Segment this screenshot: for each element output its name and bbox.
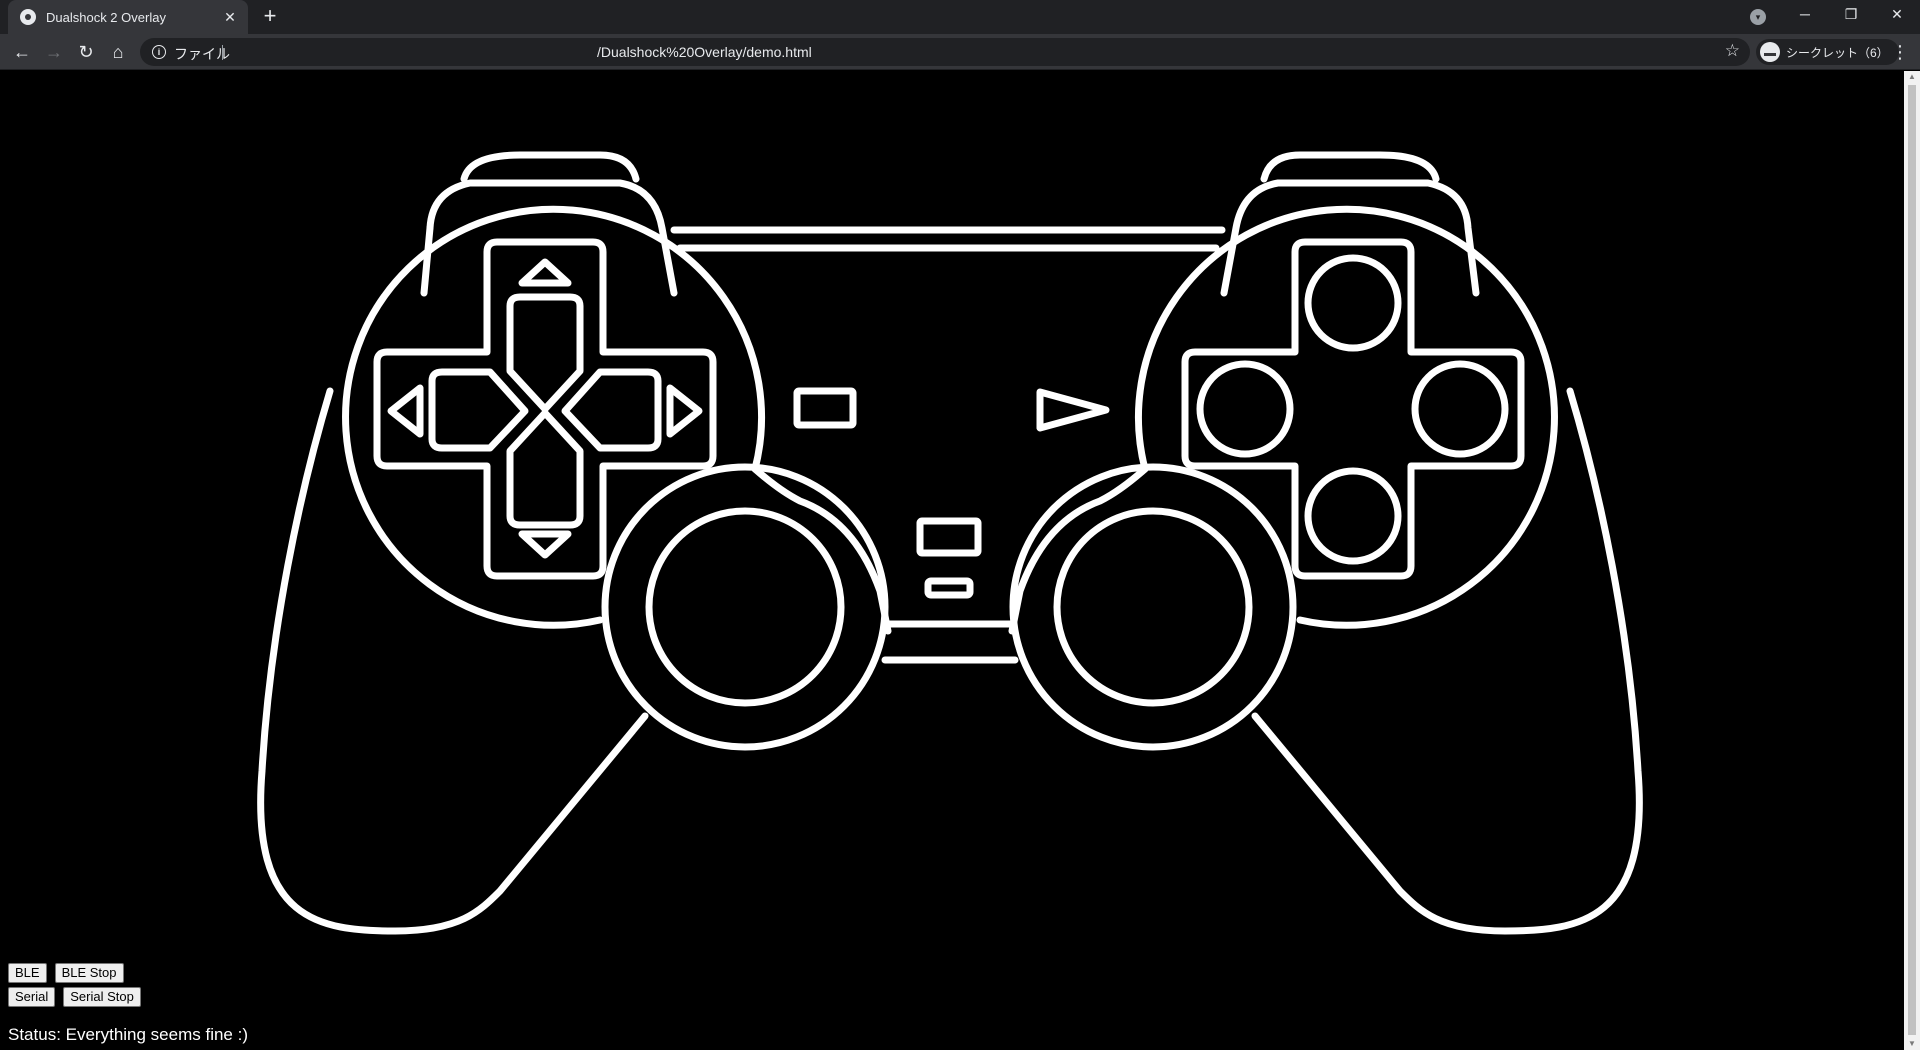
vertical-scrollbar[interactable]: ▲ ▼ [1904,71,1920,1050]
tab-title: Dualshock 2 Overlay [46,9,166,25]
l2-button [460,151,640,183]
profile-label: シークレット（6） [1786,45,1889,60]
serial-button-row: Serial Serial Stop [8,987,141,1007]
address-bar[interactable]: i ファイル /Dualshock%20Overlay/demo.html ☆ [140,38,1750,66]
scroll-down-arrow-icon[interactable]: ▼ [1904,1038,1920,1050]
select-button [793,387,857,429]
address-separator [222,45,223,60]
reload-button[interactable]: ↻ [72,38,100,66]
dpad-down-indicator [518,530,572,559]
dpad-up [506,293,584,413]
scrollbar-thumb[interactable] [1908,85,1916,1035]
back-button[interactable]: ← [8,38,36,66]
status-text: Status: Everything seems fine :) [8,1025,248,1044]
tab-strip: Dualshock 2 Overlay ✕ + ▾ ─ ❐ ✕ [0,0,1920,34]
r2-button [1260,151,1440,183]
window-close-button[interactable]: ✕ [1874,0,1920,30]
page-viewport: BLE BLE Stop Serial Serial Stop Status: … [0,71,1904,1050]
ble-stop-button[interactable]: BLE Stop [54,963,124,983]
dpad-right [561,368,662,452]
analog-led [924,577,974,599]
dpad-left [428,368,529,452]
forward-button[interactable]: → [40,38,68,66]
serial-stop-button[interactable]: Serial Stop [63,987,141,1007]
start-button [1036,388,1110,432]
dpad-up-indicator [518,258,572,287]
dpad-down [506,409,584,529]
l1-button [426,179,678,297]
globe-icon [20,9,36,25]
bookmark-star-icon[interactable]: ☆ [1725,41,1740,61]
incognito-icon [1760,42,1780,62]
analog-button [916,517,982,557]
tab-close-icon[interactable]: ✕ [222,9,238,26]
browser-tab[interactable]: Dualshock 2 Overlay ✕ [8,0,248,34]
scroll-up-arrow-icon[interactable]: ▲ [1904,71,1920,83]
browser-menu-icon[interactable]: ⋮ [1888,38,1912,66]
dpad-right-indicator [666,384,703,438]
minimize-button[interactable]: ─ [1782,0,1828,30]
right-stick [1053,507,1253,707]
square-button [1196,360,1294,458]
cross-button [1304,467,1402,565]
r1-button [1220,179,1480,297]
home-button[interactable]: ⌂ [104,38,132,66]
browser-toolbar: ← → ↻ ⌂ i ファイル /Dualshock%20Overlay/demo… [0,34,1920,70]
tab-search-icon[interactable]: ▾ [1750,9,1766,25]
new-tab-button[interactable]: + [258,5,282,29]
circle-button [1411,360,1509,458]
ble-button[interactable]: BLE [8,963,47,983]
restore-button[interactable]: ❐ [1828,0,1874,30]
face-buttons-frame [1181,238,1525,580]
left-stick [645,507,845,707]
incognito-profile-button[interactable]: シークレット（6） [1756,39,1899,65]
url-text[interactable]: /Dualshock%20Overlay/demo.html [597,44,812,60]
controller-overlay [257,151,1643,935]
info-icon[interactable]: i [152,45,166,59]
triangle-button [1304,254,1402,352]
serial-button[interactable]: Serial [8,987,56,1007]
ble-button-row: BLE BLE Stop [8,963,141,983]
dpad-left-indicator [387,384,424,438]
connection-controls: BLE BLE Stop Serial Serial Stop [8,963,141,1011]
